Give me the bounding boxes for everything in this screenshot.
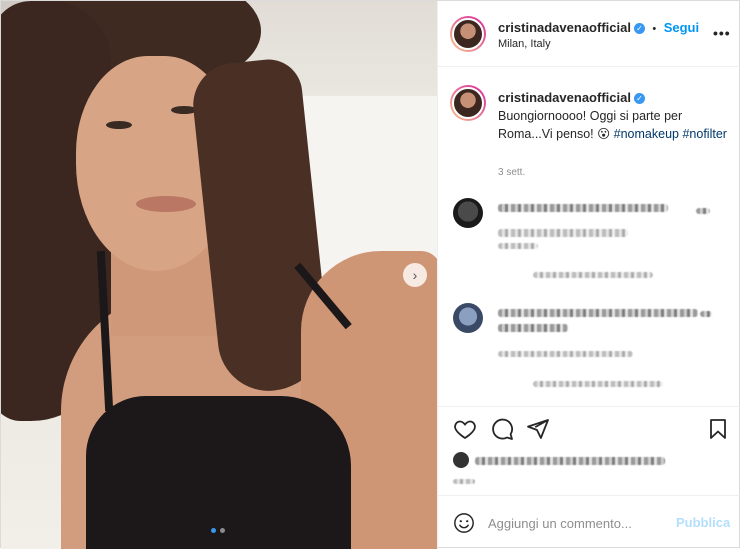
post-date-redacted — [453, 479, 475, 484]
photo-eye-left — [106, 121, 132, 129]
comment-icon[interactable] — [490, 417, 514, 441]
follow-button[interactable]: Segui — [664, 20, 699, 35]
post-location[interactable]: Milan, Italy — [498, 38, 551, 50]
comment-meta-redacted — [498, 243, 538, 249]
comment-avatar[interactable] — [453, 198, 483, 228]
photo-lips — [136, 196, 196, 212]
share-icon[interactable] — [526, 417, 550, 441]
publish-button[interactable]: Pubblica — [676, 515, 730, 530]
comment-like-icon-redacted[interactable] — [700, 311, 712, 317]
comment-meta-redacted — [498, 351, 633, 357]
emoji-icon[interactable] — [453, 512, 475, 534]
view-replies-redacted[interactable] — [533, 272, 653, 278]
bookmark-icon[interactable] — [706, 417, 730, 441]
post-header: cristinadavenaofficial ✓ • Segui Milan, I… — [438, 1, 740, 67]
caption-timestamp: 3 sett. — [498, 167, 526, 178]
add-comment-bar: Pubblica — [438, 495, 740, 549]
header-separator: • — [652, 23, 657, 35]
chevron-right-icon: › — [412, 267, 418, 283]
comment-text-redacted — [498, 229, 628, 237]
hashtag-link[interactable]: #nomakeup — [614, 127, 679, 141]
caption-avatar[interactable] — [450, 85, 486, 121]
verified-icon: ✓ — [633, 23, 645, 34]
post-side-panel: cristinadavenaofficial ✓ • Segui Milan, I… — [437, 1, 740, 549]
header-username[interactable]: cristinadavenaofficial — [498, 20, 631, 35]
post-actions — [438, 406, 740, 506]
comment-input[interactable] — [488, 512, 668, 534]
header-user-line: cristinadavenaofficial ✓ • Segui — [498, 19, 699, 37]
post-caption: cristinadavenaofficial ✓ Buongiornoooo! O… — [498, 89, 728, 143]
carousel-next-button[interactable]: › — [403, 263, 427, 287]
heart-icon[interactable] — [453, 417, 477, 441]
comment-like-icon-redacted[interactable] — [696, 208, 710, 214]
hashtag-link[interactable]: #nofilter — [682, 127, 726, 141]
likes-summary-redacted[interactable] — [453, 452, 665, 470]
more-icon[interactable]: ••• — [713, 25, 731, 41]
photo-tank-top — [86, 396, 351, 549]
carousel-dot — [220, 528, 225, 533]
comment-text-redacted — [498, 324, 568, 332]
comment-text-redacted — [498, 204, 668, 212]
verified-icon: ✓ — [633, 93, 645, 104]
likes-text-redacted — [475, 457, 665, 465]
post-photo[interactable]: › — [1, 1, 437, 549]
post-window: › cristinadavenaofficial ✓ • Segui Milan,… — [0, 0, 740, 549]
comment-text-redacted — [498, 309, 698, 317]
avatar[interactable] — [450, 16, 486, 52]
carousel-indicator — [211, 528, 225, 533]
caption-username[interactable]: cristinadavenaofficial — [498, 90, 631, 105]
view-replies-redacted[interactable] — [533, 381, 663, 387]
likes-avatar — [453, 452, 469, 468]
carousel-dot-active — [211, 528, 216, 533]
comment-avatar[interactable] — [453, 303, 483, 333]
